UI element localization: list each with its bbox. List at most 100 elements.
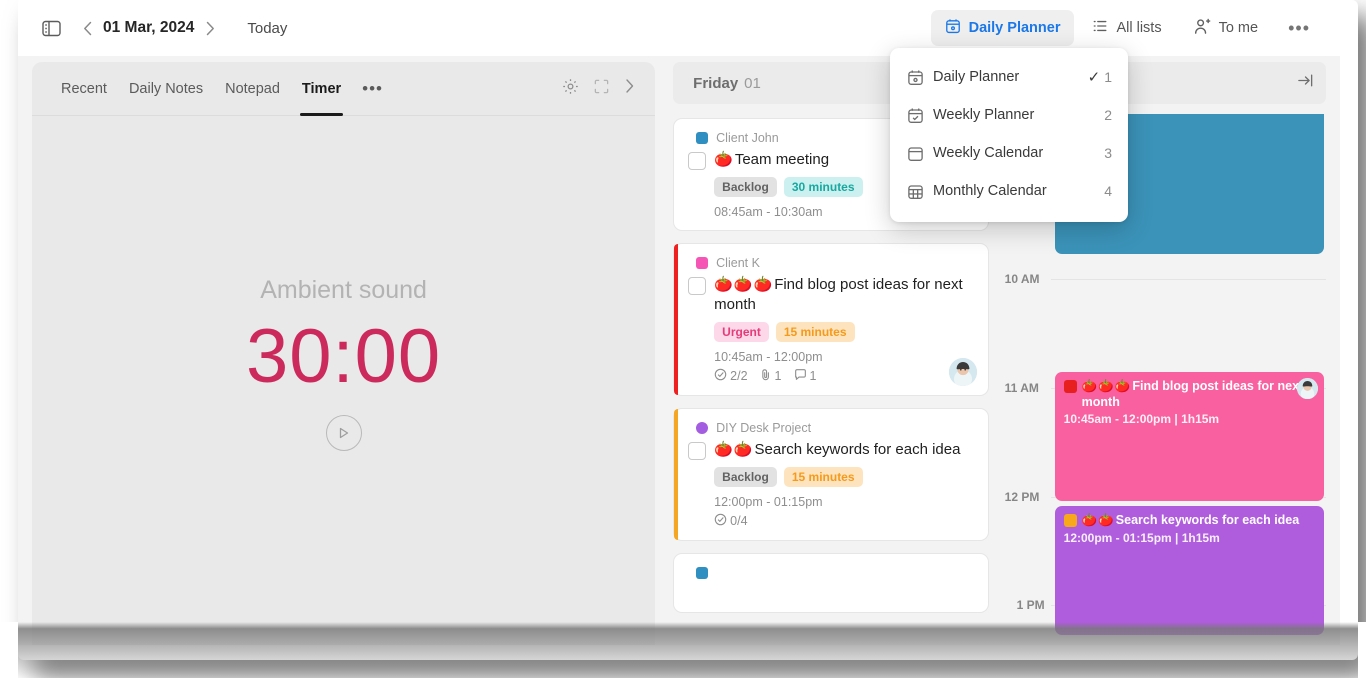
hour-label: 1 PM: [1016, 598, 1045, 612]
check-circle-icon: [714, 368, 727, 384]
task-meta-row: 0/4: [714, 513, 976, 529]
comment-icon: [794, 368, 807, 384]
menu-item-monthly-calendar[interactable]: Monthly Calendar 4: [890, 172, 1128, 210]
hour-label: 12 PM: [1004, 490, 1040, 504]
menu-item-right: 4: [1104, 183, 1112, 199]
sidebar-panel-icon[interactable]: [36, 13, 66, 43]
task-card[interactable]: DIY Desk Project 🍅🍅Search keywords for e…: [673, 407, 989, 541]
task-checkbox[interactable]: [688, 152, 707, 170]
task-time: 10:45am - 12:00pm: [714, 349, 823, 364]
calendar-event-time: 12:00pm - 01:15pm | 1h15m: [1063, 530, 1220, 545]
checklist-count: 2/2: [714, 368, 748, 384]
tab-notepad[interactable]: Notepad: [214, 62, 291, 115]
next-day-button[interactable]: [197, 15, 223, 41]
view-selector-button[interactable]: Daily Planner: [930, 10, 1075, 46]
calendar-event-title-text: 🍅🍅Search keywords for each idea: [1082, 513, 1300, 529]
calendar-event-title: 🍅🍅Search keywords for each idea: [1063, 513, 1315, 529]
chevron-right-icon[interactable]: [624, 78, 635, 99]
day-number-label: 01: [744, 74, 761, 92]
collapse-right-icon[interactable]: [1297, 72, 1314, 94]
event-color-chip: [1063, 380, 1077, 393]
comment-count: 1: [794, 368, 817, 384]
to-me-button[interactable]: To me: [1180, 10, 1273, 47]
task-project-label: Client John: [716, 131, 779, 145]
calendar-event-time: 10:45am - 12:00pm | 1h15m: [1063, 412, 1220, 427]
priority-badge[interactable]: Urgent: [714, 321, 769, 342]
calendar-event[interactable]: 🍅🍅🍅Find blog post ideas for next month 1…: [1054, 372, 1324, 501]
bottom-shadow-mask-right: [1358, 622, 1366, 678]
task-time: 12:00pm - 01:15pm: [714, 494, 823, 509]
pomodoro-tomatoes: 🍅: [714, 151, 734, 168]
paperclip-icon: [760, 368, 772, 384]
all-lists-label: All lists: [1116, 20, 1162, 36]
expand-icon[interactable]: [593, 78, 610, 100]
avatar[interactable]: [1297, 378, 1318, 399]
checklist-count: 0/4: [714, 513, 748, 529]
comment-value: 1: [809, 368, 817, 383]
project-color-dot: [696, 257, 709, 269]
task-project: [688, 564, 976, 582]
attachment-count: 1: [760, 368, 782, 384]
utility-panel: Recent Daily Notes Notepad Timer ••• Amb…: [32, 62, 656, 645]
menu-item-shortcut: 2: [1104, 107, 1112, 123]
play-icon[interactable]: [325, 414, 362, 451]
tab-timer[interactable]: Timer: [291, 62, 352, 116]
check-circle-icon: [714, 513, 727, 529]
top-bar: 01 Mar, 2024 Today Daily Planner All lis…: [18, 0, 1340, 56]
task-project-label: DIY Desk Project: [716, 420, 812, 435]
utility-panel-tabs: Recent Daily Notes Notepad Timer •••: [32, 62, 656, 116]
calendar-event[interactable]: 🍅🍅Search keywords for each idea 12:00pm …: [1054, 506, 1324, 635]
hour-label: 11 AM: [1004, 381, 1039, 395]
tab-recent[interactable]: Recent: [50, 62, 118, 115]
task-tags: Backlog 15 minutes: [714, 466, 976, 487]
ambient-sound-label[interactable]: Ambient sound: [260, 276, 427, 305]
task-checkbox[interactable]: [688, 441, 707, 460]
today-button[interactable]: Today: [247, 20, 287, 37]
menu-item-right: ✓ 1: [1088, 68, 1112, 86]
task-main-row: 🍅🍅Search keywords for each idea: [688, 440, 976, 460]
menu-item-label: Daily Planner: [933, 69, 1020, 85]
task-card[interactable]: [673, 552, 989, 613]
tab-daily-notes[interactable]: Daily Notes: [118, 62, 214, 115]
checklist-value: 2/2: [730, 368, 748, 383]
bottom-shadow-mask-left: [0, 622, 18, 678]
pomodoro-tomatoes: 🍅🍅: [1081, 513, 1115, 527]
view-selector-menu: Daily Planner ✓ 1 Weekly Planner 2 Weekl…: [890, 48, 1128, 222]
task-title-text: Search keywords for each idea: [754, 440, 961, 458]
calendar-clock-icon: [907, 69, 933, 86]
prev-day-button[interactable]: [74, 15, 100, 41]
main-body: Recent Daily Notes Notepad Timer ••• Amb…: [18, 56, 1340, 645]
status-badge[interactable]: Backlog: [714, 466, 777, 487]
all-lists-button[interactable]: All lists: [1078, 10, 1175, 46]
top-bar-actions: Daily Planner All lists To me •••: [930, 10, 1340, 47]
duration-badge[interactable]: 30 minutes: [783, 177, 863, 197]
pomodoro-tomatoes: 🍅🍅🍅: [714, 276, 774, 293]
task-card[interactable]: Client K 🍅🍅🍅Find blog post ideas for nex…: [673, 243, 989, 396]
gear-icon[interactable]: [562, 78, 579, 100]
pomodoro-tomatoes: 🍅🍅🍅: [1081, 379, 1132, 393]
status-badge[interactable]: Backlog: [714, 177, 777, 197]
checklist-value: 0/4: [730, 513, 748, 528]
pomodoro-tomatoes: 🍅🍅: [714, 440, 754, 458]
menu-item-daily-planner[interactable]: Daily Planner ✓ 1: [890, 58, 1128, 96]
task-project: DIY Desk Project: [688, 419, 976, 437]
more-options-button[interactable]: •••: [1276, 12, 1322, 45]
calendar-grid-icon: [907, 183, 933, 200]
current-date-label[interactable]: 01 Mar, 2024: [103, 19, 194, 37]
project-color-dot: [696, 421, 709, 434]
menu-item-shortcut: 1: [1104, 69, 1112, 85]
menu-item-shortcut: 4: [1104, 183, 1112, 199]
menu-item-weekly-calendar[interactable]: Weekly Calendar 3: [890, 134, 1128, 172]
menu-item-shortcut: 3: [1104, 145, 1112, 161]
duration-badge[interactable]: 15 minutes: [775, 321, 855, 342]
calendar-clock-icon: [945, 18, 961, 38]
menu-item-weekly-planner[interactable]: Weekly Planner 2: [890, 96, 1128, 134]
duration-badge[interactable]: 15 minutes: [783, 466, 863, 487]
tabs-more-button[interactable]: •••: [352, 79, 393, 99]
calendar-event-title-text: 🍅🍅🍅Find blog post ideas for next month: [1082, 379, 1315, 410]
task-checkbox[interactable]: [688, 277, 707, 295]
utility-panel-actions: [562, 78, 641, 100]
app-window: 01 Mar, 2024 Today Daily Planner All lis…: [18, 0, 1340, 645]
avatar[interactable]: [948, 357, 977, 386]
task-meta-row: 2/2 1 1: [714, 368, 976, 384]
